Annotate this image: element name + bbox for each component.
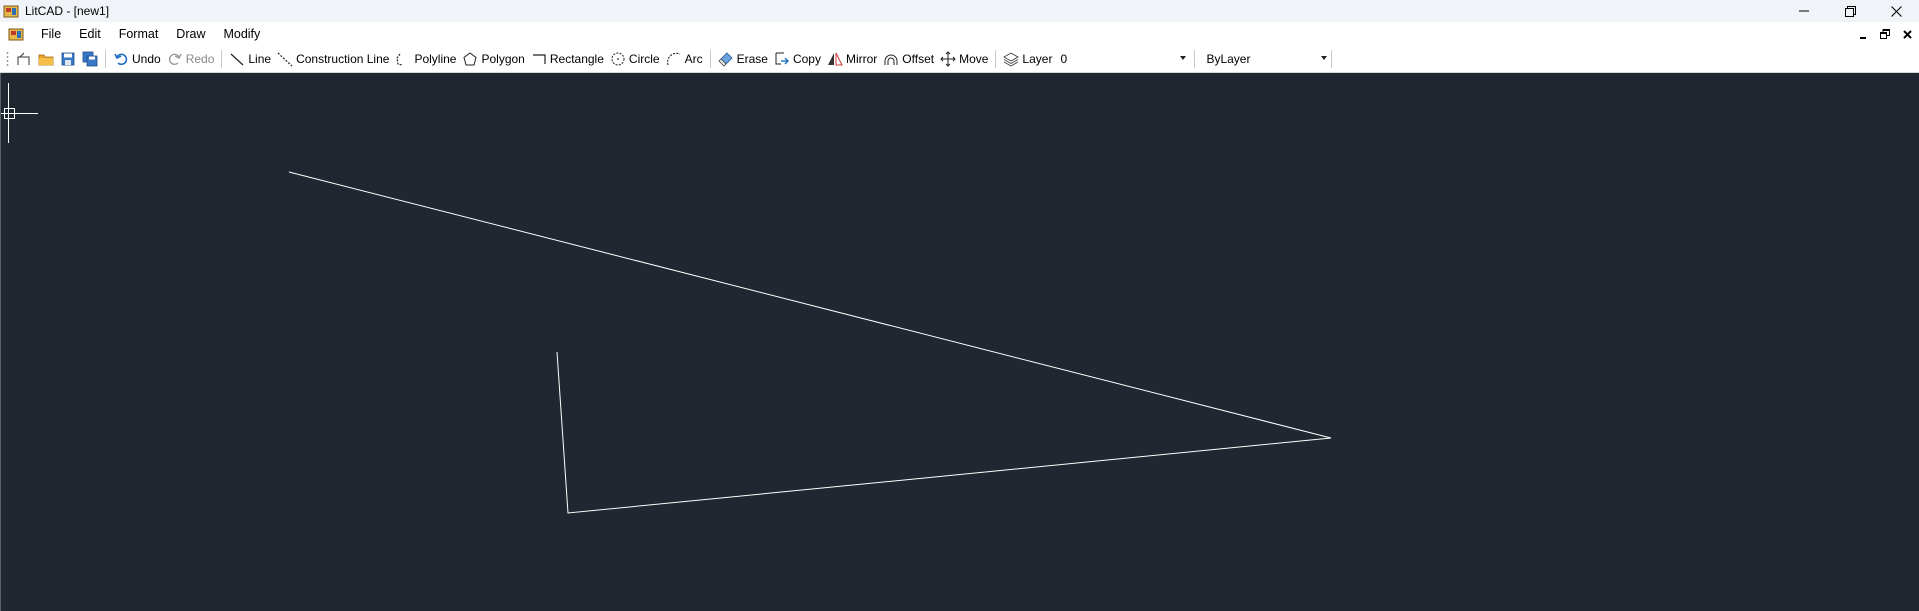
save-as-button[interactable] <box>79 48 101 70</box>
minimize-button[interactable] <box>1781 0 1827 22</box>
chevron-down-icon <box>1321 56 1328 60</box>
menu-edit[interactable]: Edit <box>70 22 110 46</box>
window-title: LitCAD - [new1] <box>25 4 110 18</box>
redo-label: Redo <box>185 52 215 66</box>
erase-button[interactable]: Erase <box>715 48 771 70</box>
undo-icon <box>114 53 128 66</box>
save-as-icon <box>82 51 98 67</box>
minimize-icon <box>1859 36 1866 39</box>
undo-button[interactable]: Undo <box>110 48 164 70</box>
drawn-polyline[interactable] <box>556 351 1332 514</box>
restore-icon <box>1880 29 1890 39</box>
arc-label: Arc <box>684 52 703 66</box>
mdi-minimize-button[interactable] <box>1857 28 1869 40</box>
color-select[interactable]: ByLayer <box>1203 50 1333 68</box>
layer-select[interactable]: 0 <box>1057 50 1190 68</box>
arc-button[interactable]: Arc <box>663 48 706 70</box>
redo-icon <box>168 53 182 66</box>
document-icon[interactable] <box>8 26 24 42</box>
drawing-canvas[interactable] <box>0 73 1919 611</box>
menu-format[interactable]: Format <box>110 22 168 46</box>
menu-bar: File Edit Format Draw Modify <box>0 22 1919 46</box>
chevron-down-icon <box>1180 56 1187 60</box>
close-button[interactable] <box>1873 0 1919 22</box>
toolbar-separator <box>221 50 223 68</box>
drawn-line-top[interactable] <box>288 171 1332 439</box>
move-label: Move <box>959 52 989 66</box>
title-bar: LitCAD - [new1] <box>0 0 1919 22</box>
layer-button[interactable]: Layer <box>1000 48 1055 70</box>
mdi-close-button[interactable] <box>1901 28 1913 40</box>
new-file-button[interactable] <box>13 48 35 70</box>
layer-label: Layer <box>1022 52 1053 66</box>
litcad-app-icon <box>3 5 19 18</box>
rectangle-button[interactable]: Rectangle <box>528 48 607 70</box>
polygon-icon <box>463 52 478 66</box>
rectangle-label: Rectangle <box>549 52 604 66</box>
toolbar-grip[interactable] <box>6 51 9 67</box>
rectangle-icon <box>532 54 546 64</box>
layers-icon <box>1003 52 1020 67</box>
menu-draw[interactable]: Draw <box>167 22 214 46</box>
line-button[interactable]: Line <box>226 48 274 70</box>
redo-button[interactable]: Redo <box>164 48 218 70</box>
construction-line-button[interactable]: Construction Line <box>274 48 392 70</box>
circle-icon <box>611 52 625 66</box>
construction-line-label: Construction Line <box>296 52 390 66</box>
open-file-button[interactable] <box>35 48 57 70</box>
eraser-icon <box>718 52 733 67</box>
mirror-label: Mirror <box>845 52 878 66</box>
polygon-button[interactable]: Polygon <box>459 48 527 70</box>
copy-label: Copy <box>792 52 821 66</box>
polyline-label: Polyline <box>414 52 457 66</box>
save-icon <box>61 52 75 66</box>
layer-select-value: 0 <box>1060 52 1068 66</box>
mirror-button[interactable]: Mirror <box>824 48 880 70</box>
polygon-label: Polygon <box>481 52 525 66</box>
folder-open-icon <box>38 54 54 66</box>
move-icon <box>940 51 956 67</box>
copy-icon <box>775 52 789 65</box>
circle-button[interactable]: Circle <box>607 48 663 70</box>
toolbar-separator <box>709 50 711 68</box>
arc-icon <box>666 52 680 66</box>
toolbar-separator <box>995 50 997 68</box>
drawing-surface[interactable] <box>1 73 1919 611</box>
line-label: Line <box>248 52 272 66</box>
circle-label: Circle <box>628 52 660 66</box>
save-button[interactable] <box>57 48 79 70</box>
mirror-icon <box>827 52 843 66</box>
offset-label: Offset <box>902 52 935 66</box>
close-icon <box>1902 29 1912 39</box>
crosshair-cursor <box>1 83 38 143</box>
move-button[interactable]: Move <box>937 48 991 70</box>
copy-button[interactable]: Copy <box>771 48 824 70</box>
offset-icon <box>884 54 898 65</box>
line-icon <box>230 53 244 66</box>
toolbar-separator <box>105 50 106 68</box>
mdi-restore-button[interactable] <box>1879 28 1891 40</box>
maximize-button[interactable] <box>1827 0 1873 22</box>
new-file-icon <box>17 52 30 65</box>
polyline-icon <box>396 53 403 66</box>
construction-line-icon <box>277 52 293 67</box>
minimize-icon <box>1799 10 1809 12</box>
menu-file[interactable]: File <box>32 22 70 46</box>
color-select-value: ByLayer <box>1206 52 1251 66</box>
menu-modify[interactable]: Modify <box>214 22 269 46</box>
close-icon <box>1890 5 1902 17</box>
offset-button[interactable]: Offset <box>880 48 937 70</box>
undo-label: Undo <box>132 52 161 66</box>
maximize-icon <box>1844 5 1856 17</box>
polyline-button[interactable]: Polyline <box>392 48 459 70</box>
toolbar-separator <box>1194 50 1196 68</box>
erase-label: Erase <box>736 52 768 66</box>
toolbar: Undo Redo Line Construction Line Polylin… <box>0 46 1919 73</box>
